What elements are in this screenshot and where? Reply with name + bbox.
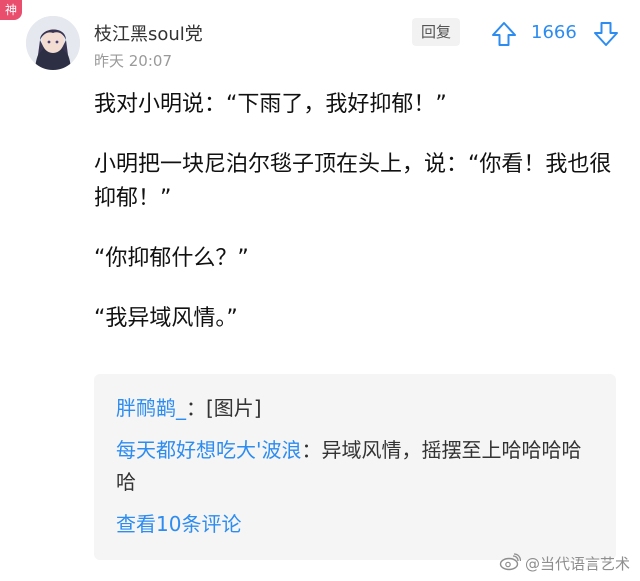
paragraph: “我异域风情。”: [94, 306, 238, 331]
downvote-icon[interactable]: [592, 20, 620, 48]
watermark: @当代语言艺术: [499, 553, 630, 576]
avatar[interactable]: [26, 16, 80, 70]
weibo-icon: [499, 553, 522, 575]
post-content: 我对小明说：“下雨了，我好抑郁！” 小明把一块尼泊尔毯子顶在头上，说：“你看！我…: [94, 88, 614, 362]
view-comments-link[interactable]: 查看10条评论: [116, 508, 241, 537]
username[interactable]: 枝江黑soul党: [94, 20, 203, 46]
comment-item: 每天都好想吃大'波浪：异域风情，摇摆至上哈哈哈哈哈: [116, 434, 596, 498]
paragraph: 小明把一块尼泊尔毯子顶在头上，说：“你看！我也很抑郁！”: [94, 152, 612, 211]
avatar-image: [26, 16, 80, 70]
comment-separator: ：: [301, 438, 322, 462]
paragraph: “你抑郁什么？”: [94, 246, 249, 271]
upvote-icon[interactable]: [490, 20, 518, 48]
paragraph: 我对小明说：“下雨了，我好抑郁！”: [94, 92, 447, 117]
reply-button[interactable]: 回复: [412, 18, 460, 46]
watermark-text: @当代语言艺术: [524, 554, 630, 573]
comment-preview: 胖鸸鹋_：[图片] 每天都好想吃大'波浪：异域风情，摇摆至上哈哈哈哈哈 查看10…: [94, 374, 616, 560]
post-header: 枝江黑soul党 昨天 20:07 回复 1666: [26, 16, 622, 74]
comment-user[interactable]: 胖鸸鹋_: [116, 396, 186, 420]
comment-item: 胖鸸鹋_：[图片]: [116, 392, 596, 424]
timestamp: 昨天 20:07: [94, 52, 172, 70]
god-badge: 神: [0, 0, 22, 20]
comment-text: [图片]: [206, 396, 262, 420]
vote-count: 1666: [531, 22, 577, 43]
comment-separator: ：: [186, 396, 206, 420]
comment-user[interactable]: 每天都好想吃大'波浪: [116, 438, 302, 462]
